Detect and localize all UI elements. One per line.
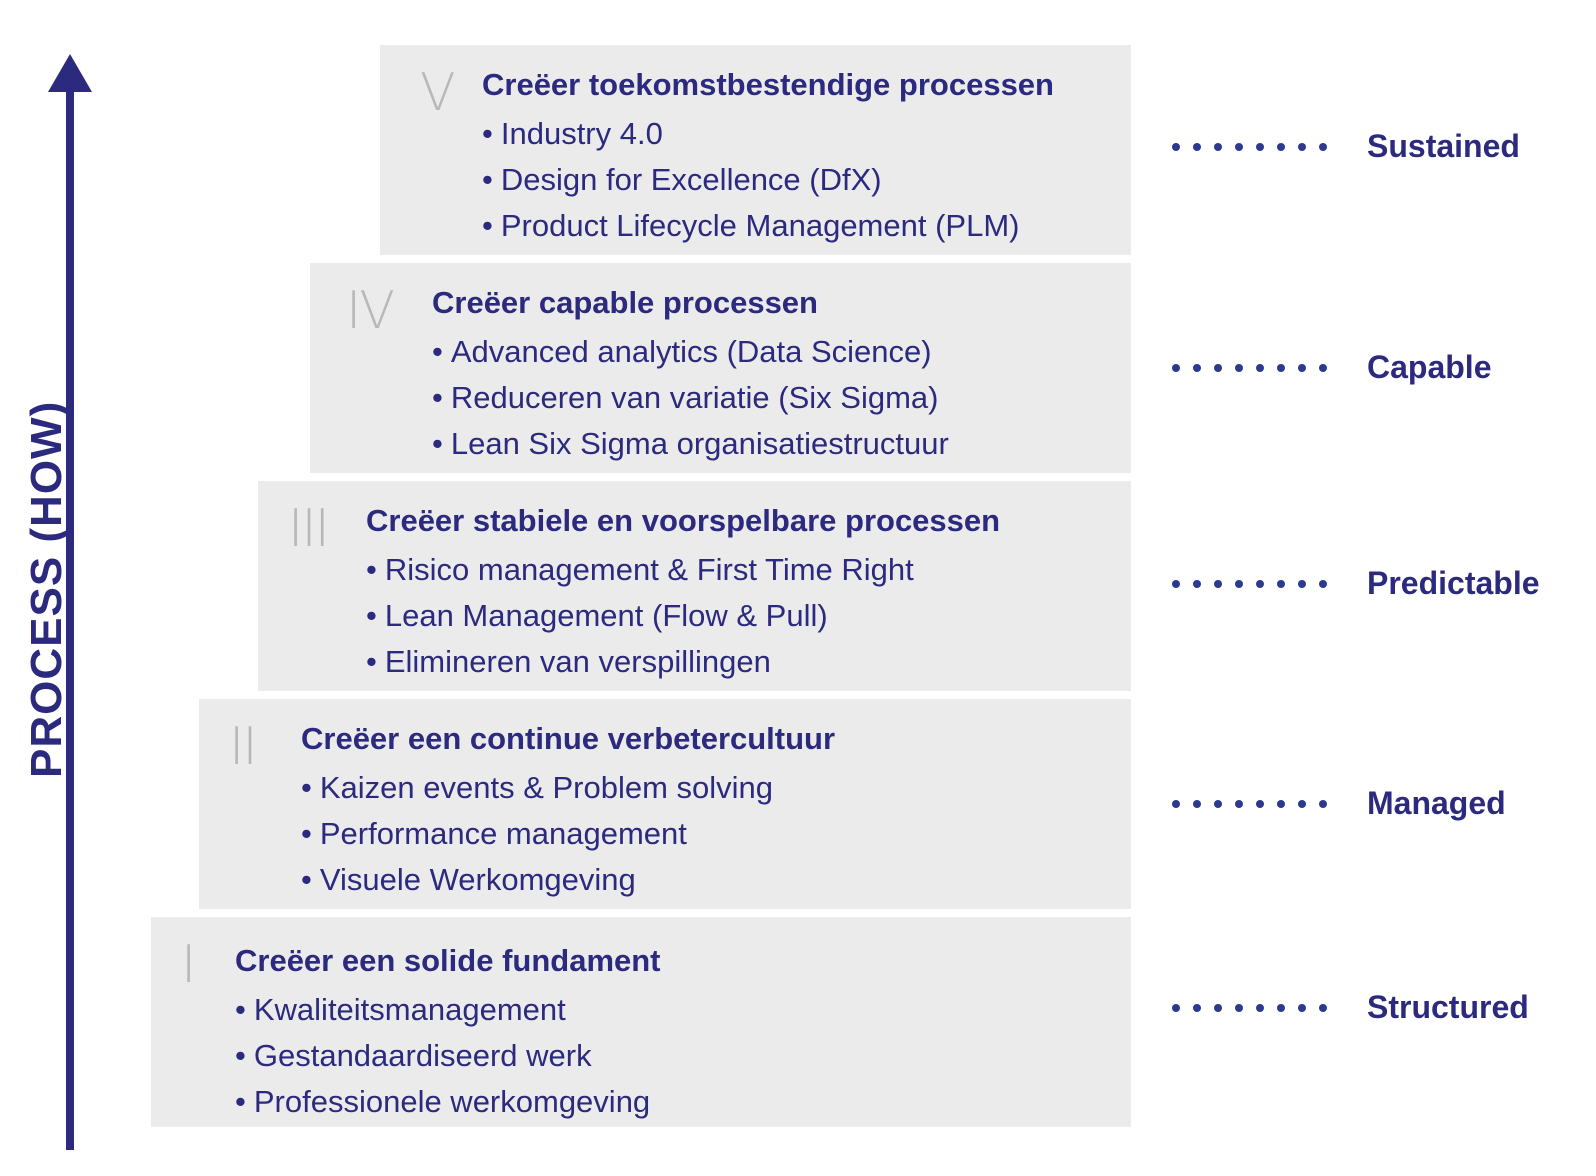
step-numeral: V (420, 63, 456, 123)
step-item: Kaizen events & Problem solving (301, 765, 835, 811)
step-item: Elimineren van verspillingen (366, 639, 1000, 685)
step-numeral: III (288, 499, 330, 559)
axis-label: PROCESS (HOW) (22, 400, 71, 778)
step-item: Lean Management (Flow & Pull) (366, 593, 1000, 639)
step-title: Creëer een continue verbetercultuur (301, 721, 836, 756)
dotted-leader (1172, 579, 1327, 588)
step-4: IV Creëer capable processen Advanced ana… (310, 263, 1131, 473)
step-item: Product Lifecycle Management (PLM) (482, 203, 1054, 249)
step-numeral: II (229, 717, 258, 777)
level-label: Sustained (1367, 128, 1520, 164)
step-item: Industry 4.0 (482, 111, 1054, 157)
step-item: Lean Six Sigma organisatiestructuur (432, 421, 949, 467)
step-title: Creëer capable processen (432, 285, 818, 320)
step-item: Advanced analytics (Data Science) (432, 329, 949, 375)
level-managed: Managed (1172, 785, 1506, 822)
dotted-leader (1172, 799, 1327, 808)
step-3: III Creëer stabiele en voorspelbare proc… (258, 481, 1131, 691)
dotted-leader (1172, 142, 1327, 151)
dotted-leader (1172, 1003, 1327, 1012)
step-title: Creëer een solide fundament (235, 943, 661, 978)
level-label: Capable (1367, 349, 1492, 385)
level-capable: Capable (1172, 349, 1491, 386)
step-item: Gestandaardiseerd werk (235, 1033, 661, 1079)
level-label: Structured (1367, 989, 1529, 1025)
dotted-leader (1172, 363, 1327, 372)
level-structured: Structured (1172, 989, 1529, 1026)
level-sustained: Sustained (1172, 128, 1520, 165)
step-5: V Creëer toekomstbestendige processen In… (380, 45, 1131, 255)
level-label: Predictable (1367, 565, 1540, 601)
step-2: II Creëer een continue verbetercultuur K… (199, 699, 1131, 909)
level-predictable: Predictable (1172, 565, 1540, 602)
step-title: Creëer stabiele en voorspelbare processe… (366, 503, 1001, 538)
level-label: Managed (1367, 785, 1506, 821)
step-item: Visuele Werkomgeving (301, 857, 835, 903)
step-title: Creëer toekomstbestendige processen (482, 67, 1054, 102)
step-item: Risico management & First Time Right (366, 547, 1000, 593)
step-item: Professionele werkomgeving (235, 1079, 661, 1125)
step-item: Design for Excellence (DfX) (482, 157, 1054, 203)
step-numeral: I (181, 935, 196, 995)
step-item: Performance management (301, 811, 835, 857)
step-item: Kwaliteitsmanagement (235, 987, 661, 1033)
step-1: I Creëer een solide fundament Kwaliteits… (151, 917, 1131, 1127)
step-item: Reduceren van variatie (Six Sigma) (432, 375, 949, 421)
step-numeral: IV (346, 281, 395, 341)
